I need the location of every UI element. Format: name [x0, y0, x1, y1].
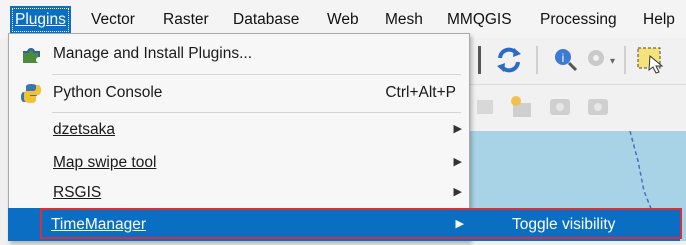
submenu-arrow-icon: ▶ [453, 156, 462, 168]
select-features-icon[interactable] [636, 44, 666, 76]
toolbar-top: i ▾ [470, 38, 686, 85]
menu-plugins[interactable]: Plugins [10, 6, 71, 34]
menu-item-label: Map swipe tool [53, 154, 157, 171]
menu-mmqgis[interactable]: MMQGIS [447, 8, 512, 32]
puzzle-plugin-icon [23, 48, 40, 63]
svg-text:i: i [562, 51, 565, 65]
timemanager-submenu: Toggle visibility [470, 208, 680, 241]
python-icon [21, 84, 41, 103]
menu-item-python-console[interactable]: Python Console Ctrl+Alt+P [10, 76, 468, 109]
submenu-arrow-icon: ▶ [455, 218, 464, 230]
menu-vector[interactable]: Vector [91, 8, 135, 32]
menu-item-label: RSGIS [53, 184, 102, 201]
submenu-item-toggle-visibility[interactable]: Toggle visibility [512, 208, 615, 241]
layer-icon[interactable] [474, 95, 498, 119]
menu-item-timemanager[interactable]: TimeManager ▶ [8, 208, 478, 241]
label-edit-icon[interactable] [584, 93, 612, 121]
label-tool-icon[interactable] [546, 93, 574, 121]
menu-separator [52, 74, 461, 75]
dropdown-arrow-icon[interactable]: ▾ [610, 56, 615, 67]
menu-item-dzetsaka[interactable]: dzetsaka ▶ [10, 113, 468, 146]
refresh-icon[interactable] [494, 44, 524, 76]
toolbar-separator [624, 46, 626, 74]
gear-icon[interactable] [584, 46, 610, 74]
toolbar-edge [478, 46, 481, 74]
submenu-arrow-icon: ▶ [453, 186, 462, 198]
menu-mesh[interactable]: Mesh [385, 8, 423, 32]
menu-raster[interactable]: Raster [163, 8, 209, 32]
submenu-arrow-icon: ▶ [453, 123, 462, 135]
menu-processing[interactable]: Processing [540, 8, 617, 32]
toolbar-bottom [470, 85, 686, 132]
identify-icon[interactable]: i [552, 46, 578, 74]
menu-item-rsgis[interactable]: RSGIS ▶ [10, 176, 468, 209]
toolbar-separator [536, 46, 538, 74]
shortcut-label: Ctrl+Alt+P [385, 84, 456, 101]
menu-item-label: dzetsaka [53, 121, 116, 138]
menu-item-map-swipe-tool[interactable]: Map swipe tool ▶ [10, 146, 468, 179]
menu-item-label: Python Console [53, 84, 163, 101]
menu-item-manage-plugins[interactable]: Manage and Install Plugins... [10, 37, 468, 70]
add-annotation-icon[interactable] [508, 93, 536, 121]
menu-web[interactable]: Web [327, 8, 359, 32]
menu-item-label: TimeManager [51, 216, 147, 233]
menu-item-label: Manage and Install Plugins... [53, 45, 253, 62]
menu-help[interactable]: Help [643, 8, 675, 32]
menu-database[interactable]: Database [233, 8, 299, 32]
